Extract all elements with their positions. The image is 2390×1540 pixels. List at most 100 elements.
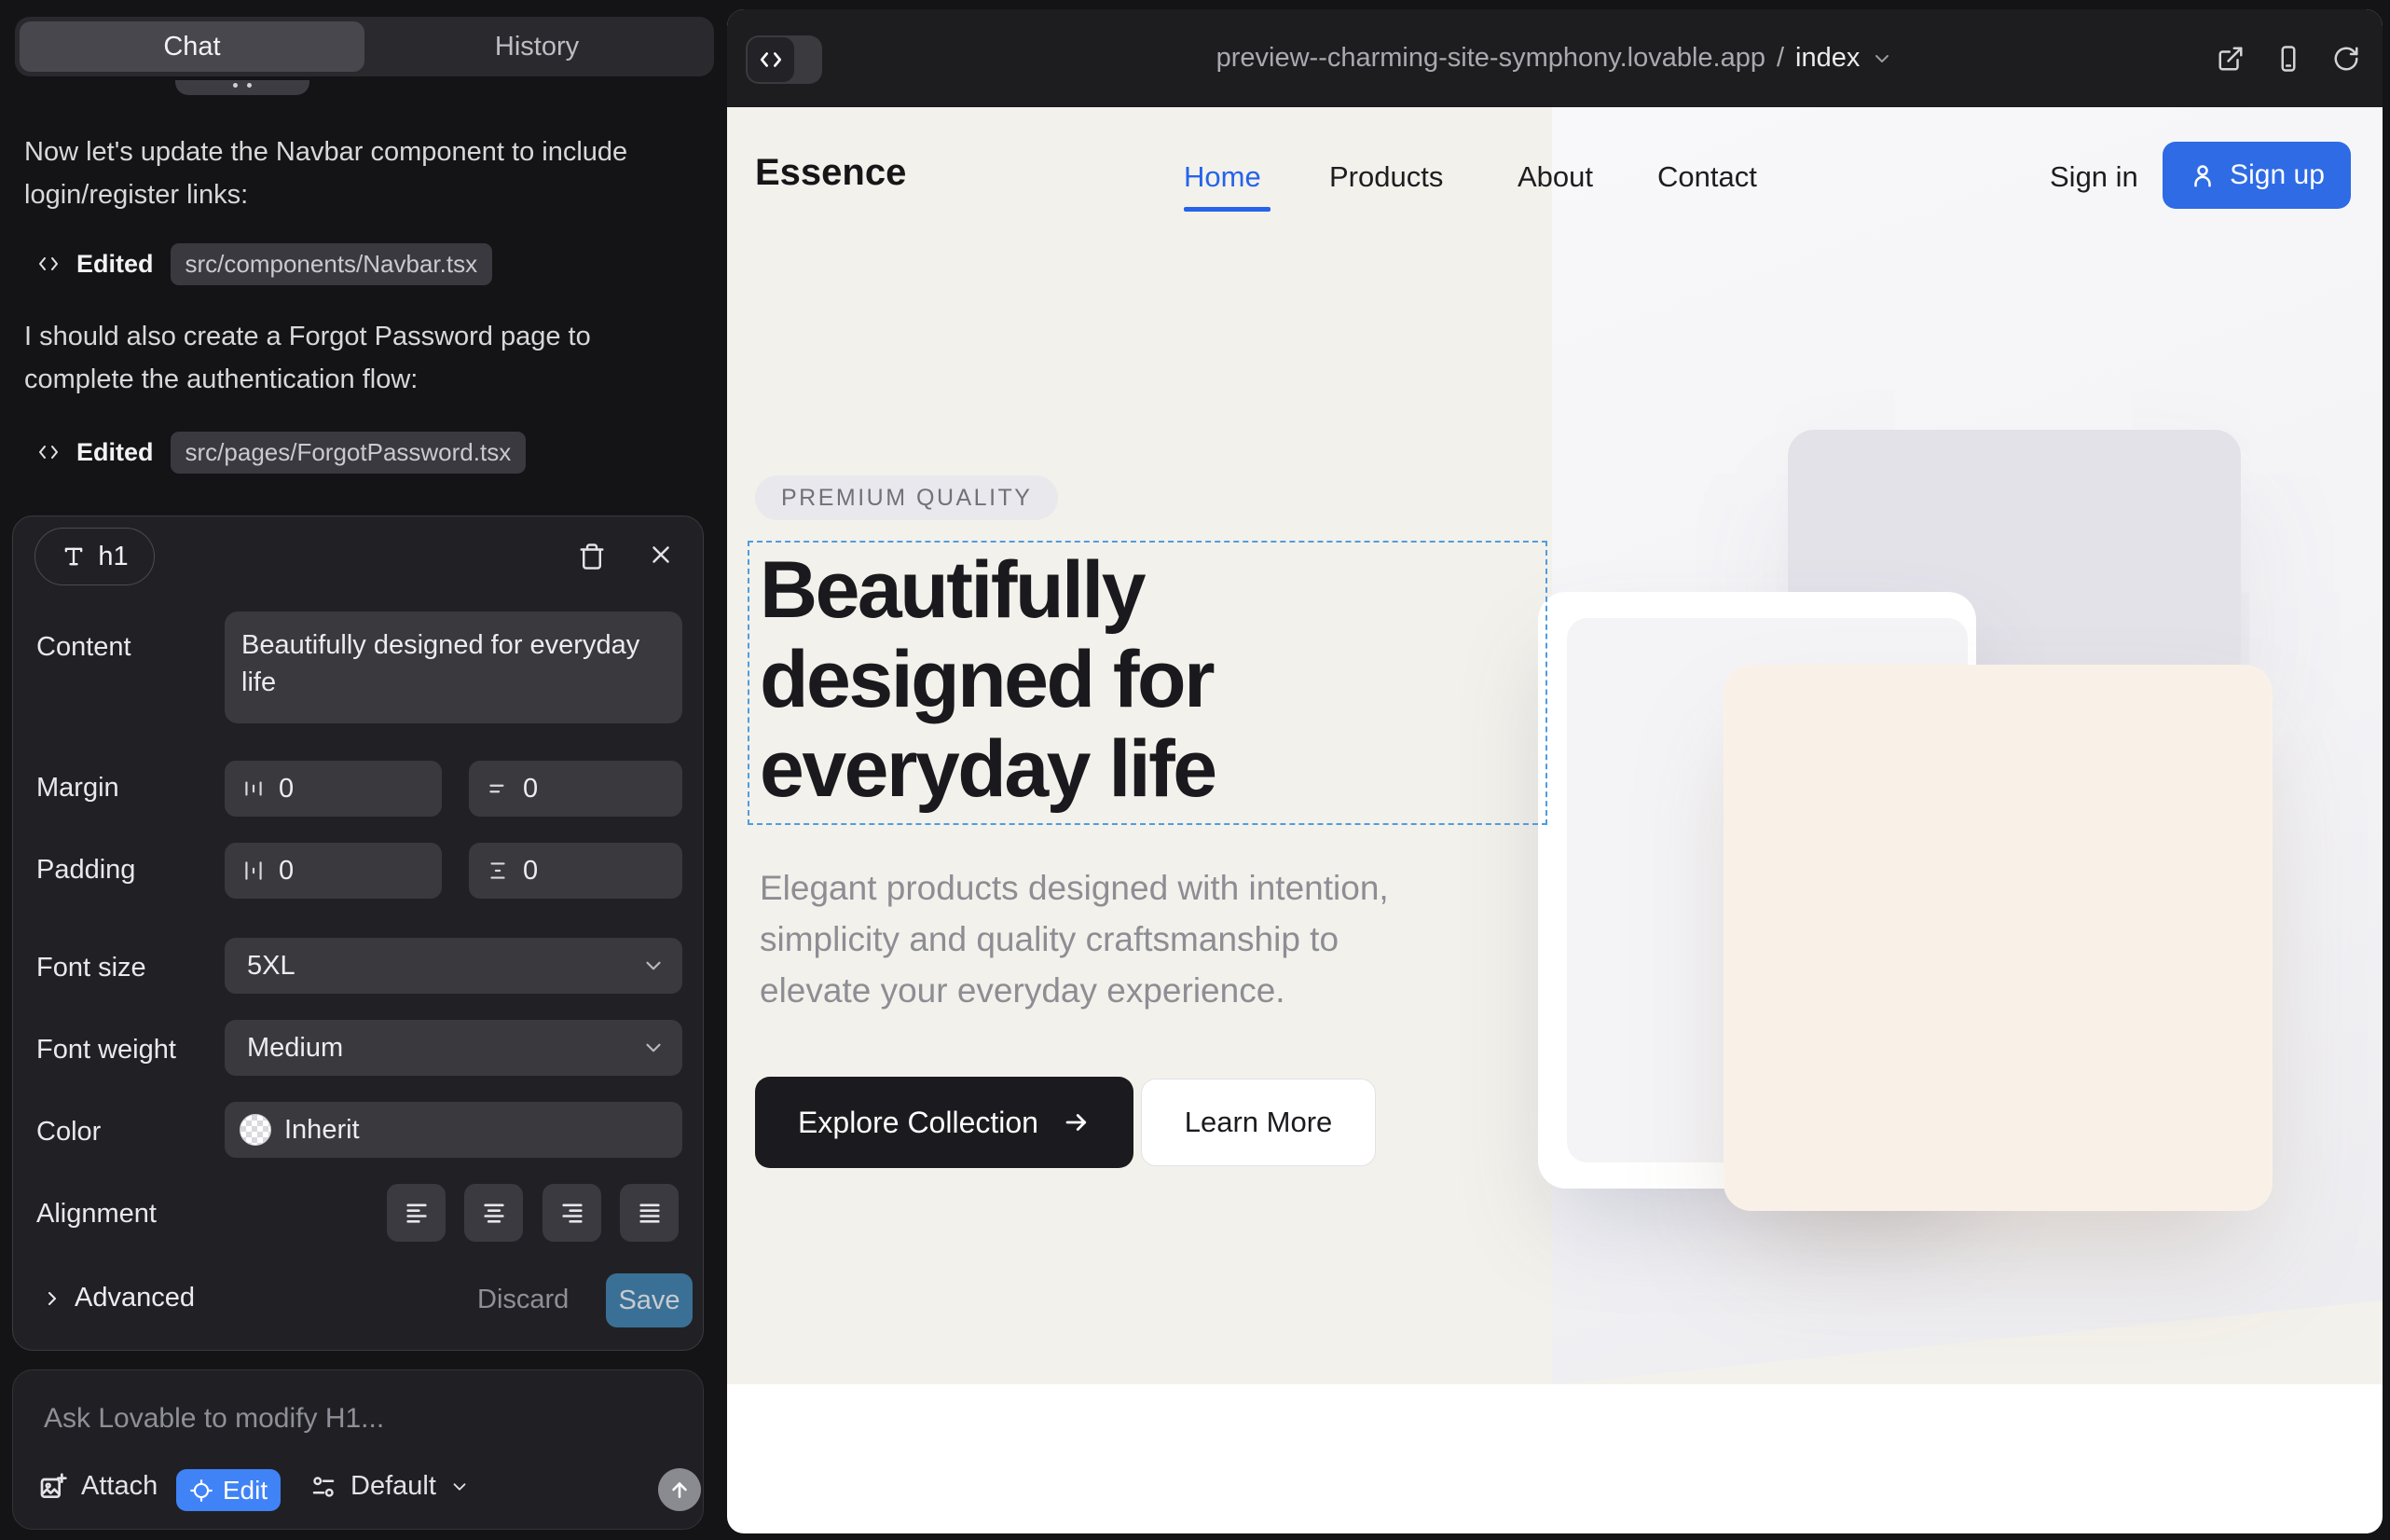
nav-link-contact[interactable]: Contact (1657, 160, 1757, 194)
edited-file-row: Edited src/components/Navbar.tsx (37, 244, 492, 283)
learn-more-button[interactable]: Learn More (1141, 1079, 1376, 1166)
hero-heading-line: Beautifully (760, 545, 1216, 635)
lovable-app-window: Chat History Now let's update the Navbar… (0, 0, 2390, 1540)
tab-history[interactable]: History (364, 21, 709, 72)
align-justify-icon (637, 1200, 663, 1226)
padding-horizontal-icon (241, 859, 266, 883)
align-right-button[interactable] (543, 1184, 601, 1242)
chat-history-tabs: Chat History (15, 17, 714, 76)
alignment-label: Alignment (36, 1199, 157, 1230)
delete-element-button[interactable] (570, 535, 613, 578)
explore-collection-button[interactable]: Explore Collection (755, 1077, 1133, 1168)
edited-file-pill[interactable]: src/components/Navbar.tsx (171, 243, 493, 285)
edited-file-pill[interactable]: src/pages/ForgotPassword.tsx (171, 432, 527, 474)
margin-x-value: 0 (279, 774, 294, 804)
chevron-right-icon (41, 1287, 63, 1310)
margin-y-input[interactable]: 0 (469, 761, 682, 817)
hero-paragraph: Elegant products designed with intention… (760, 862, 1389, 1016)
align-center-button[interactable] (464, 1184, 523, 1242)
chevron-down-icon (449, 1477, 470, 1497)
arrow-up-icon (667, 1478, 692, 1502)
align-left-icon (404, 1200, 430, 1226)
hero-paragraph-line: elevate your everyday experience. (760, 965, 1389, 1016)
url-bar[interactable]: preview--charming-site-symphony.lovable.… (727, 9, 2383, 107)
trash-icon (578, 543, 606, 571)
url-page: index (1795, 43, 1860, 74)
margin-vertical-icon (486, 777, 510, 801)
open-external-button[interactable] (2217, 45, 2245, 73)
font-weight-value: Medium (247, 1033, 343, 1064)
padding-label: Padding (36, 855, 135, 886)
edited-file-row: Edited src/pages/ForgotPassword.tsx (37, 433, 526, 472)
nav-active-underline (1184, 207, 1271, 212)
premium-quality-badge: PREMIUM QUALITY (755, 475, 1058, 520)
sliders-icon (309, 1473, 337, 1501)
padding-vertical-icon (486, 859, 510, 883)
align-right-icon (559, 1200, 585, 1226)
margin-x-input[interactable]: 0 (225, 761, 442, 817)
padding-x-input[interactable]: 0 (225, 843, 442, 899)
browser-header: preview--charming-site-symphony.lovable.… (727, 9, 2383, 107)
url-domain: preview--charming-site-symphony.lovable.… (1216, 43, 1765, 74)
hero-paragraph-line: simplicity and quality craftsmanship to (760, 914, 1389, 965)
close-editor-button[interactable] (639, 533, 682, 576)
attach-button[interactable]: Attach (38, 1471, 158, 1502)
attach-label: Attach (81, 1471, 158, 1502)
discard-button[interactable]: Discard (477, 1285, 569, 1315)
font-weight-select[interactable]: Medium (225, 1020, 682, 1076)
edit-label: Edit (223, 1476, 268, 1506)
chat-input[interactable] (44, 1396, 622, 1441)
site-preview: Essence Home Products About Contact Sign… (727, 107, 2383, 1384)
chevron-down-icon (641, 954, 666, 978)
color-select[interactable]: Inherit (225, 1102, 682, 1158)
align-left-button[interactable] (387, 1184, 446, 1242)
color-swatch (240, 1114, 271, 1146)
refresh-button[interactable] (2332, 45, 2360, 73)
content-textarea[interactable]: Beautifully designed for everyday life (225, 612, 682, 723)
align-justify-button[interactable] (620, 1184, 679, 1242)
nav-link-products[interactable]: Products (1329, 160, 1443, 194)
hero-heading-line: everyday life (760, 724, 1216, 814)
site-logo[interactable]: Essence (755, 152, 906, 194)
type-icon (61, 543, 87, 570)
padding-x-value: 0 (279, 856, 294, 887)
color-label: Color (36, 1117, 101, 1148)
advanced-label: Advanced (75, 1283, 195, 1313)
nav-link-about[interactable]: About (1518, 160, 1593, 194)
save-button[interactable]: Save (606, 1273, 693, 1327)
model-label: Default (350, 1471, 436, 1502)
edit-mode-button[interactable]: Edit (176, 1469, 281, 1511)
margin-label: Margin (36, 773, 119, 804)
arrow-right-icon (1063, 1108, 1091, 1136)
code-icon (37, 441, 60, 463)
sign-in-link[interactable]: Sign in (2050, 160, 2138, 194)
mobile-view-button[interactable] (2274, 45, 2302, 73)
advanced-toggle[interactable]: Advanced (41, 1283, 195, 1313)
sign-up-button[interactable]: Sign up (2163, 142, 2351, 209)
tab-chat[interactable]: Chat (20, 21, 364, 72)
scrolled-message-pill (175, 80, 309, 95)
model-selector[interactable]: Default (309, 1471, 470, 1502)
nav-link-home[interactable]: Home (1184, 160, 1261, 194)
align-center-icon (481, 1200, 507, 1226)
padding-y-input[interactable]: 0 (469, 843, 682, 899)
assistant-message: Now let's update the Navbar component to… (24, 131, 647, 216)
font-size-label: Font size (36, 953, 146, 983)
font-size-select[interactable]: 5XL (225, 938, 682, 994)
edited-label: Edited (76, 250, 154, 279)
attach-image-icon (38, 1472, 68, 1502)
send-button[interactable] (658, 1468, 701, 1511)
decor-rectangle-beige (1724, 665, 2273, 1211)
assistant-message: I should also create a Forgot Password p… (24, 315, 647, 401)
edited-label: Edited (76, 438, 154, 467)
hero-heading[interactable]: Beautifully designed for everyday life (760, 545, 1216, 814)
margin-horizontal-icon (241, 777, 266, 801)
hero-paragraph-line: Elegant products designed with intention… (760, 862, 1389, 914)
color-value: Inherit (284, 1115, 360, 1146)
url-separator: / (1777, 43, 1784, 74)
user-icon (2189, 161, 2217, 189)
chevron-down-icon (1871, 48, 1893, 70)
chevron-down-icon (641, 1036, 666, 1060)
sign-up-label: Sign up (2230, 159, 2325, 191)
margin-y-value: 0 (523, 774, 538, 804)
